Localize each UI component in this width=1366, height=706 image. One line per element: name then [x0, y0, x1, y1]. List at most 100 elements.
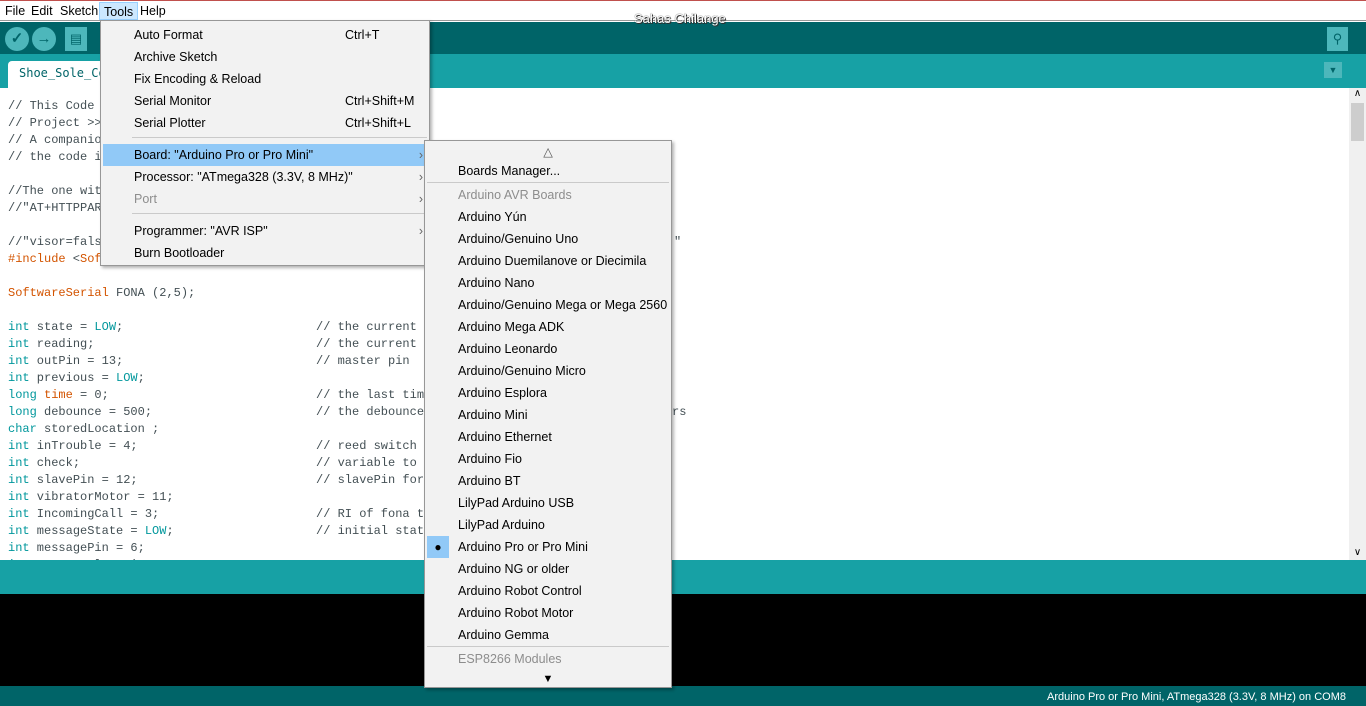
- code-comment: // the current s: [316, 320, 432, 334]
- code-line: int inTrouble = 4;: [8, 439, 138, 453]
- board-submenu: △ Boards Manager... Arduino AVR Boards Ardu…: [424, 140, 672, 688]
- tools-item-board[interactable]: Board: "Arduino Pro or Pro Mini" ›: [103, 144, 427, 166]
- menu-item-label: Serial Monitor: [134, 94, 212, 108]
- menu-item-label: Programmer: "AVR ISP": [134, 224, 268, 238]
- menu-item-label: Burn Bootloader: [134, 246, 225, 260]
- scroll-down-button[interactable]: ∨: [1349, 547, 1366, 558]
- board-item[interactable]: Arduino Robot Motor: [427, 602, 669, 624]
- status-bar: Arduino Pro or Pro Mini, ATmega328 (3.3V…: [0, 686, 1366, 706]
- board-item[interactable]: Arduino Mini: [427, 404, 669, 426]
- window-title: Sahas Chilange: [634, 11, 726, 26]
- submenu-arrow-icon: ›: [418, 148, 423, 162]
- submenu-arrow-icon: ›: [418, 192, 423, 206]
- code-line: long debounce = 500;: [8, 405, 153, 419]
- code-comment: // the current r: [316, 337, 432, 351]
- group-header-avr: Arduino AVR Boards: [458, 188, 572, 202]
- board-item[interactable]: LilyPad Arduino: [427, 514, 669, 536]
- tools-menu: Auto Format Ctrl+T Archive Sketch Fix Encod…: [100, 20, 430, 266]
- code-line: // Project >>: [8, 116, 102, 130]
- code-line: int IncomingCall = 3;: [8, 507, 160, 521]
- scroll-down-arrow-icon[interactable]: ▼: [427, 668, 669, 690]
- code-comment: // RI of fona to: [316, 507, 432, 521]
- tools-item-port[interactable]: Port ›: [103, 188, 427, 210]
- code-comment: // reed switch: [316, 439, 417, 453]
- board-item[interactable]: Arduino Fio: [427, 448, 669, 470]
- code-line: //The one wit: [8, 184, 102, 198]
- code-line: int slavePin = 12;: [8, 473, 138, 487]
- code-line: int messagePin = 6;: [8, 541, 145, 555]
- menu-item-label: Archive Sketch: [134, 50, 218, 64]
- menu-item-label: Port: [134, 192, 157, 206]
- board-item[interactable]: Arduino Duemilanove or Diecimila: [427, 250, 669, 272]
- code-fragment: rs: [672, 405, 687, 419]
- code-line: int messageState = LOW;: [8, 524, 174, 538]
- menu-sketch[interactable]: Sketch: [56, 2, 102, 20]
- console-output: [0, 594, 1366, 686]
- menu-separator: [427, 646, 669, 647]
- menu-item-label: Board: "Arduino Pro or Pro Mini": [134, 148, 314, 162]
- board-item[interactable]: Arduino/Genuino Uno: [427, 228, 669, 250]
- tools-item-auto-format[interactable]: Auto Format Ctrl+T: [103, 24, 427, 46]
- board-item[interactable]: Arduino Pro or Pro Mini: [427, 536, 669, 558]
- menu-file[interactable]: File: [1, 2, 29, 20]
- code-line: //"visor=fals: [8, 235, 102, 249]
- code-comment: // variable to s: [316, 456, 432, 470]
- board-item[interactable]: Arduino/Genuino Micro: [427, 360, 669, 382]
- code-fragment: ": [674, 235, 682, 249]
- menu-separator: [132, 137, 427, 138]
- board-item[interactable]: Arduino Esplora: [427, 382, 669, 404]
- tools-item-burn-bootloader[interactable]: Burn Bootloader: [103, 242, 427, 264]
- menu-help[interactable]: Help: [136, 2, 170, 20]
- board-item[interactable]: Arduino Nano: [427, 272, 669, 294]
- code-comment: // the debounce: [316, 405, 432, 419]
- tools-item-serial-plotter[interactable]: Serial Plotter Ctrl+Shift+L: [103, 112, 427, 134]
- code-line: // the code i: [8, 150, 102, 164]
- tools-item-fix-encoding-reload[interactable]: Fix Encoding & Reload: [103, 68, 427, 90]
- verify-button[interactable]: ✓: [5, 27, 29, 51]
- code-line: char storedLocation ;: [8, 422, 160, 436]
- board-item[interactable]: LilyPad Arduino USB: [427, 492, 669, 514]
- board-item[interactable]: Arduino Leonardo: [427, 338, 669, 360]
- code-line: // A companio: [8, 133, 102, 147]
- serial-monitor-button[interactable]: ⚲: [1327, 27, 1348, 51]
- board-item[interactable]: Arduino/Genuino Mega or Mega 2560: [427, 294, 669, 316]
- new-sketch-button[interactable]: ▤: [65, 27, 87, 51]
- editor-scrollbar[interactable]: ∧ ∨: [1349, 88, 1366, 560]
- tab-menu-button[interactable]: ▼: [1324, 62, 1342, 78]
- tools-item-processor[interactable]: Processor: "ATmega328 (3.3V, 8 MHz)" ›: [103, 166, 427, 188]
- menu-item-label: Serial Plotter: [134, 116, 206, 130]
- board-item[interactable]: Arduino BT: [427, 470, 669, 492]
- menu-item-label: Fix Encoding & Reload: [134, 72, 262, 86]
- board-item[interactable]: Arduino Mega ADK: [427, 316, 669, 338]
- menu-item-label: Processor: "ATmega328 (3.3V, 8 MHz)": [134, 170, 353, 184]
- boards-manager-item[interactable]: Boards Manager...: [427, 160, 669, 182]
- shortcut-label: Ctrl+Shift+M: [345, 94, 415, 108]
- submenu-arrow-icon: ›: [418, 224, 423, 238]
- code-line: int previous = LOW;: [8, 371, 145, 385]
- board-item[interactable]: Arduino Ethernet: [427, 426, 669, 448]
- menu-item-label: Auto Format: [134, 28, 203, 42]
- tools-item-serial-monitor[interactable]: Serial Monitor Ctrl+Shift+M: [103, 90, 427, 112]
- board-item[interactable]: Arduino Gemma: [427, 624, 669, 646]
- scrollbar-thumb[interactable]: [1351, 103, 1364, 141]
- code-comment: // the last time: [316, 388, 432, 402]
- tools-item-programmer[interactable]: Programmer: "AVR ISP" ›: [103, 220, 427, 242]
- code-line: int state = LOW;: [8, 320, 124, 334]
- submenu-arrow-icon: ›: [418, 170, 423, 184]
- code-line: int reading;: [8, 337, 95, 351]
- tools-item-archive-sketch[interactable]: Archive Sketch: [103, 46, 427, 68]
- board-item[interactable]: Arduino Yún: [427, 206, 669, 228]
- code-line: int check;: [8, 456, 81, 470]
- board-item[interactable]: Arduino Robot Control: [427, 580, 669, 602]
- scroll-up-button[interactable]: ∧: [1349, 88, 1366, 99]
- code-line: // This Code: [8, 99, 102, 113]
- code-comment: // master pin: [316, 354, 410, 368]
- menu-edit[interactable]: Edit: [27, 2, 57, 20]
- code-comment: // slavePin for: [316, 473, 425, 487]
- code-line: int outPin = 13;: [8, 354, 124, 368]
- menu-tools[interactable]: Tools: [99, 2, 139, 20]
- upload-button[interactable]: →: [32, 27, 56, 51]
- board-item[interactable]: Arduino NG or older: [427, 558, 669, 580]
- code-line: //"AT+HTTPPAR: [8, 201, 102, 215]
- shortcut-label: Ctrl+Shift+L: [345, 116, 412, 130]
